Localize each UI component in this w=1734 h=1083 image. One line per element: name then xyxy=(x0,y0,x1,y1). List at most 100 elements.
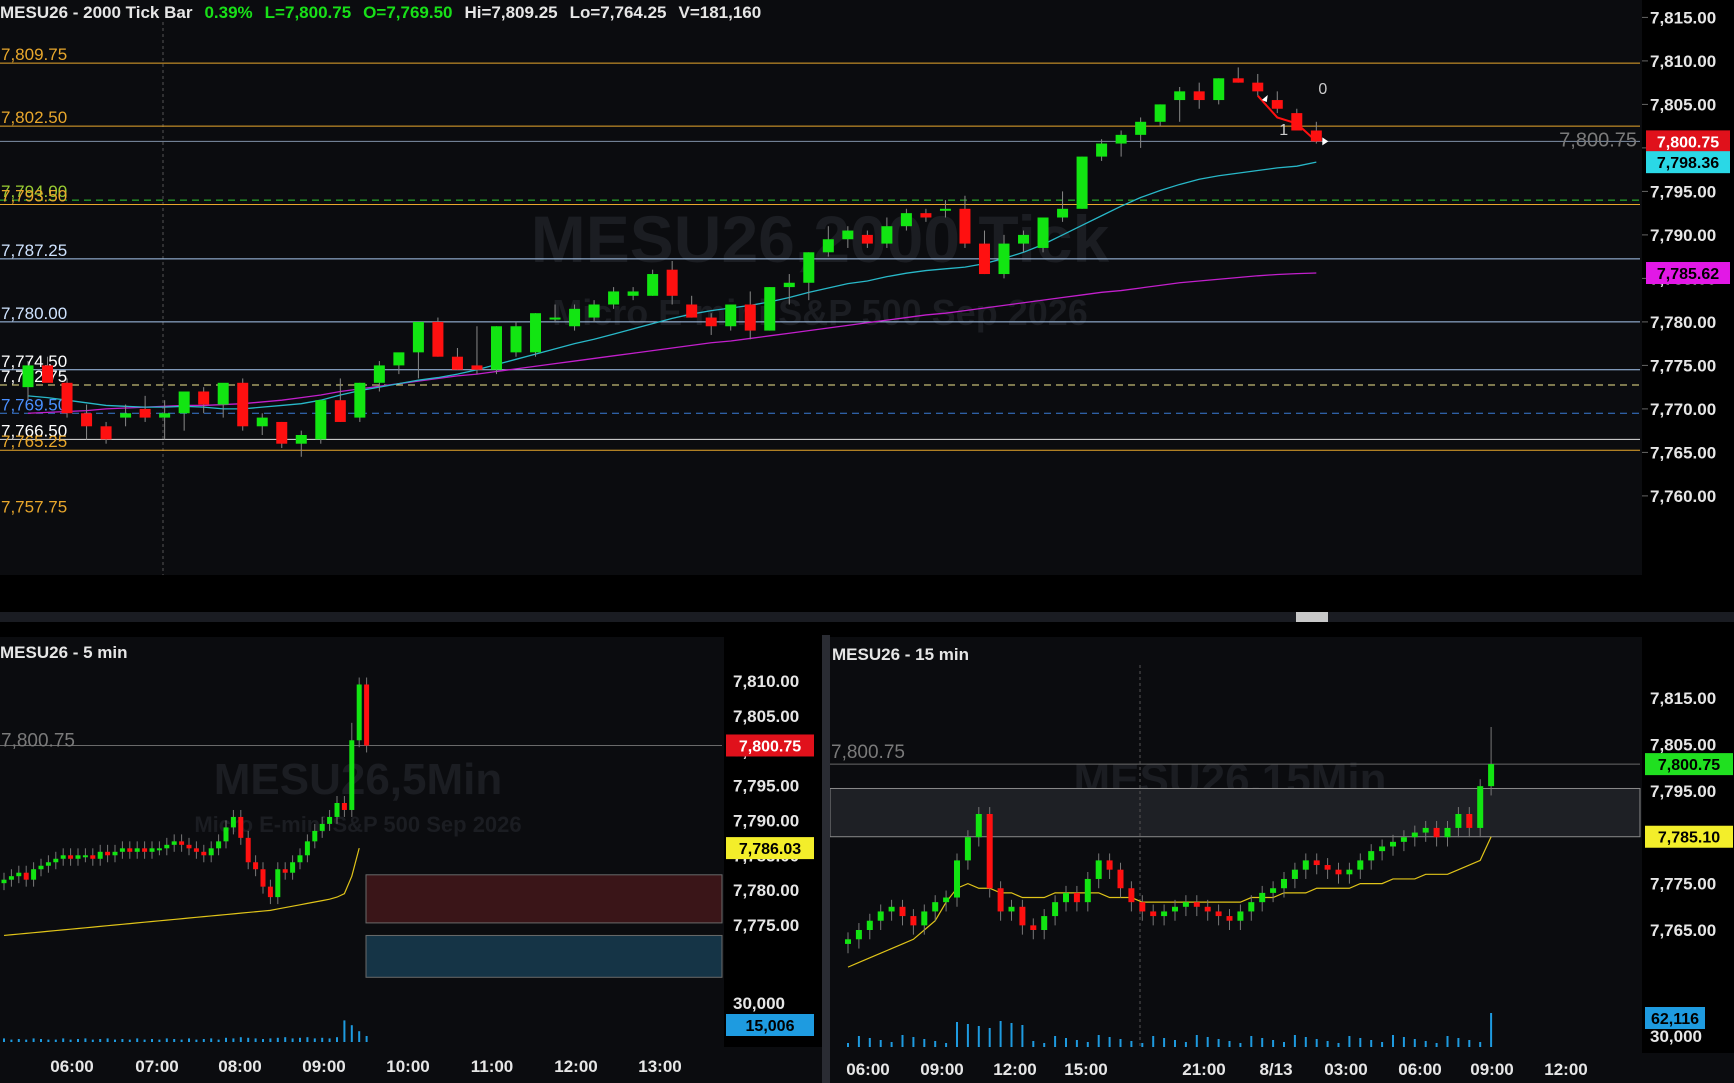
five-min-volume-bar xyxy=(136,1038,139,1042)
fifteen-min-candle-body xyxy=(845,939,851,944)
five-min-axis-label: 7,810.00 xyxy=(733,672,799,691)
fifteen-min-volume-bar xyxy=(1206,1037,1209,1047)
fifteen-min-volume-bar xyxy=(1043,1043,1046,1047)
candle-body xyxy=(764,287,776,331)
five-min-time-label: 12:00 xyxy=(554,1057,597,1076)
five-min-axis-label: 7,775.00 xyxy=(733,916,799,935)
five-min-volume-bar xyxy=(313,1038,316,1042)
fifteen-min-candle-body xyxy=(1095,860,1102,879)
five-min-chart-svg: MESU26,5Min Micro E-mini S&P 500 Sep 2026… xyxy=(0,672,814,1076)
candle-body xyxy=(295,435,307,444)
five-min-candle-body xyxy=(290,862,296,873)
five-min-candle-body xyxy=(60,855,66,859)
candle-body xyxy=(666,269,678,296)
five-min-candle-body xyxy=(253,862,259,870)
fifteen-min-time-label: 06:00 xyxy=(846,1060,889,1079)
candle-body xyxy=(1174,91,1186,101)
five-min-volume-bar xyxy=(299,1037,301,1042)
candle-body xyxy=(939,208,951,211)
fifteen-min-candle-body xyxy=(1324,865,1331,870)
fifteen-min-candle-body xyxy=(866,920,873,930)
fifteen-min-candle-body xyxy=(1150,911,1157,917)
fifteen-min-candle-body xyxy=(1182,902,1189,907)
five-min-axis-label: 7,805.00 xyxy=(733,707,799,726)
fifteen-min-volume-bar xyxy=(1217,1039,1220,1047)
five-min-candle-body xyxy=(164,844,170,849)
candle-body xyxy=(1310,130,1322,142)
five-min-candle-body xyxy=(112,851,118,856)
five-min-candle-body xyxy=(193,848,199,852)
five-min-candle-body xyxy=(90,855,96,859)
candle-body xyxy=(1076,156,1088,209)
fifteen-min-time-label: 09:00 xyxy=(1470,1060,1513,1079)
axis-tick-label: 7,815.00 xyxy=(1650,8,1716,27)
main-chart-header: MESU26 - 2000 Tick Bar 0.39% L=7,800.75 O=7… xyxy=(0,3,773,23)
fifteen-min-volume-bar xyxy=(1086,1042,1089,1047)
five-min-volume-bar xyxy=(106,1038,109,1042)
fifteen-min-axis-label: 7,765.00 xyxy=(1650,921,1716,940)
fifteen-min-volume-bar xyxy=(1337,1043,1340,1047)
candle-body xyxy=(1232,78,1244,83)
fifteen-min-volume-bar xyxy=(1490,1013,1493,1047)
price-tag-1-text: 7,798.36 xyxy=(1657,155,1719,172)
fifteen-min-chart[interactable]: MESU26,15MinMicro E-mini S&P 500 Sep 202… xyxy=(830,637,1734,1083)
candle-body xyxy=(549,317,561,320)
fifteen-min-volume-axis-label: 30,000 xyxy=(1650,1027,1702,1046)
five-min-candle-body xyxy=(134,848,140,852)
fifteen-min-candle-body xyxy=(1052,902,1059,917)
level-label-4: 7,787.25 xyxy=(1,241,67,260)
fifteen-min-candle-body xyxy=(921,911,928,926)
five-min-candle-body xyxy=(334,803,340,817)
candle-body xyxy=(588,304,600,318)
five-min-candle-body xyxy=(171,841,177,845)
candle-body xyxy=(1115,134,1127,144)
candle-body xyxy=(744,304,756,331)
five-min-last-price-label: 7,800.75 xyxy=(1,730,75,751)
fifteen-min-volume-bar xyxy=(1370,1040,1373,1047)
five-min-volume-bar xyxy=(77,1039,79,1042)
panel-divider[interactable] xyxy=(822,635,830,1083)
candle-body xyxy=(100,426,112,440)
five-min-candle-body xyxy=(23,872,29,880)
five-min-candle-body xyxy=(216,841,222,849)
five-min-candle-body xyxy=(349,740,355,810)
candle-body xyxy=(1252,82,1264,92)
main-scrollbar[interactable] xyxy=(0,612,1734,622)
axis-tick-label: 7,765.00 xyxy=(1650,443,1716,462)
fifteen-min-volume-bar xyxy=(1141,1043,1144,1047)
five-min-volume-bar xyxy=(84,1038,87,1042)
axis-tick-label: 7,780.00 xyxy=(1650,313,1716,332)
five-min-time-label: 13:00 xyxy=(638,1057,681,1076)
main-tick-chart[interactable]: MESU26,2000 Tick Micro E-mini S&P 500 Sep… xyxy=(0,0,1734,575)
candle-body xyxy=(881,226,893,244)
candle-body xyxy=(1271,100,1283,109)
low-price: Lo=7,764.25 xyxy=(569,3,667,22)
candle-body xyxy=(1018,234,1030,244)
fifteen-min-volume-bar xyxy=(1446,1036,1449,1047)
five-min-volume-bar xyxy=(232,1038,235,1042)
fifteen-min-title: MESU26 - 15 min xyxy=(832,645,969,664)
fifteen-min-volume-bar xyxy=(879,1040,882,1047)
candle-body xyxy=(998,243,1010,275)
five-min-chart[interactable]: MESU26,5Min Micro E-mini S&P 500 Sep 2026… xyxy=(0,637,822,1083)
five-min-volume-bar xyxy=(284,1037,287,1042)
fifteen-min-candle-body xyxy=(964,837,971,861)
five-min-volume-bar xyxy=(47,1039,50,1042)
fifteen-min-candle-body xyxy=(910,916,917,926)
fifteen-min-candle-body xyxy=(1139,902,1146,912)
candle-body xyxy=(608,291,620,305)
fifteen-min-time-label: 03:00 xyxy=(1324,1060,1367,1079)
five-min-time-label: 10:00 xyxy=(386,1057,429,1076)
scrollbar-thumb[interactable] xyxy=(1296,612,1328,622)
five-min-volume-bar xyxy=(40,1039,42,1042)
five-min-volume-bar xyxy=(291,1038,294,1042)
fifteen-min-volume-bar xyxy=(988,1028,991,1047)
fifteen-min-candle-body xyxy=(1488,764,1495,787)
candle-body xyxy=(978,243,990,275)
candle-body xyxy=(530,313,542,353)
fifteen-min-candle-body xyxy=(1215,911,1222,917)
five-min-watermark: MESU26,5Min xyxy=(214,755,503,804)
candle-body xyxy=(705,317,717,327)
fifteen-min-time-label: 06:00 xyxy=(1398,1060,1441,1079)
watermark-subtitle: Micro E-mini S&P 500 Sep 2026 xyxy=(552,292,1088,333)
